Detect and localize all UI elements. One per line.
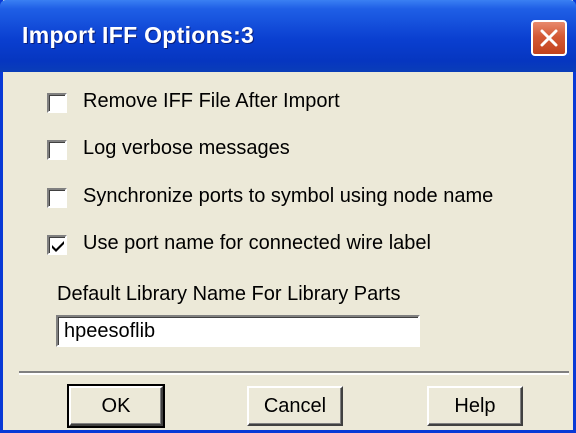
cancel-button[interactable]: Cancel bbox=[247, 386, 343, 426]
log-verbose-label: Log verbose messages bbox=[83, 137, 290, 159]
dialog-body: Remove IFF File After Import Log verbose… bbox=[3, 72, 573, 430]
close-button[interactable] bbox=[531, 20, 567, 56]
library-name-label: Default Library Name For Library Parts bbox=[57, 283, 401, 305]
synchronize-ports-checkbox[interactable] bbox=[47, 188, 67, 208]
library-name-input[interactable] bbox=[56, 315, 420, 347]
title-bar[interactable]: Import IFF Options:3 bbox=[0, 0, 576, 72]
separator bbox=[19, 371, 569, 375]
checkmark-icon bbox=[52, 241, 64, 252]
use-port-name-label: Use port name for connected wire label bbox=[83, 232, 431, 254]
synchronize-ports-label: Synchronize ports to symbol using node n… bbox=[83, 185, 494, 207]
log-verbose-checkbox[interactable] bbox=[47, 140, 67, 160]
remove-iff-label: Remove IFF File After Import bbox=[83, 90, 340, 112]
close-x-icon bbox=[540, 29, 558, 47]
remove-iff-checkbox[interactable] bbox=[47, 93, 67, 113]
dialog-title: Import IFF Options:3 bbox=[22, 22, 255, 48]
use-port-name-checkbox[interactable] bbox=[47, 235, 67, 255]
import-iff-options-dialog: Import IFF Options:3 Remove IFF File Aft… bbox=[0, 0, 576, 433]
ok-button[interactable]: OK bbox=[67, 384, 165, 428]
help-button[interactable]: Help bbox=[427, 386, 523, 426]
